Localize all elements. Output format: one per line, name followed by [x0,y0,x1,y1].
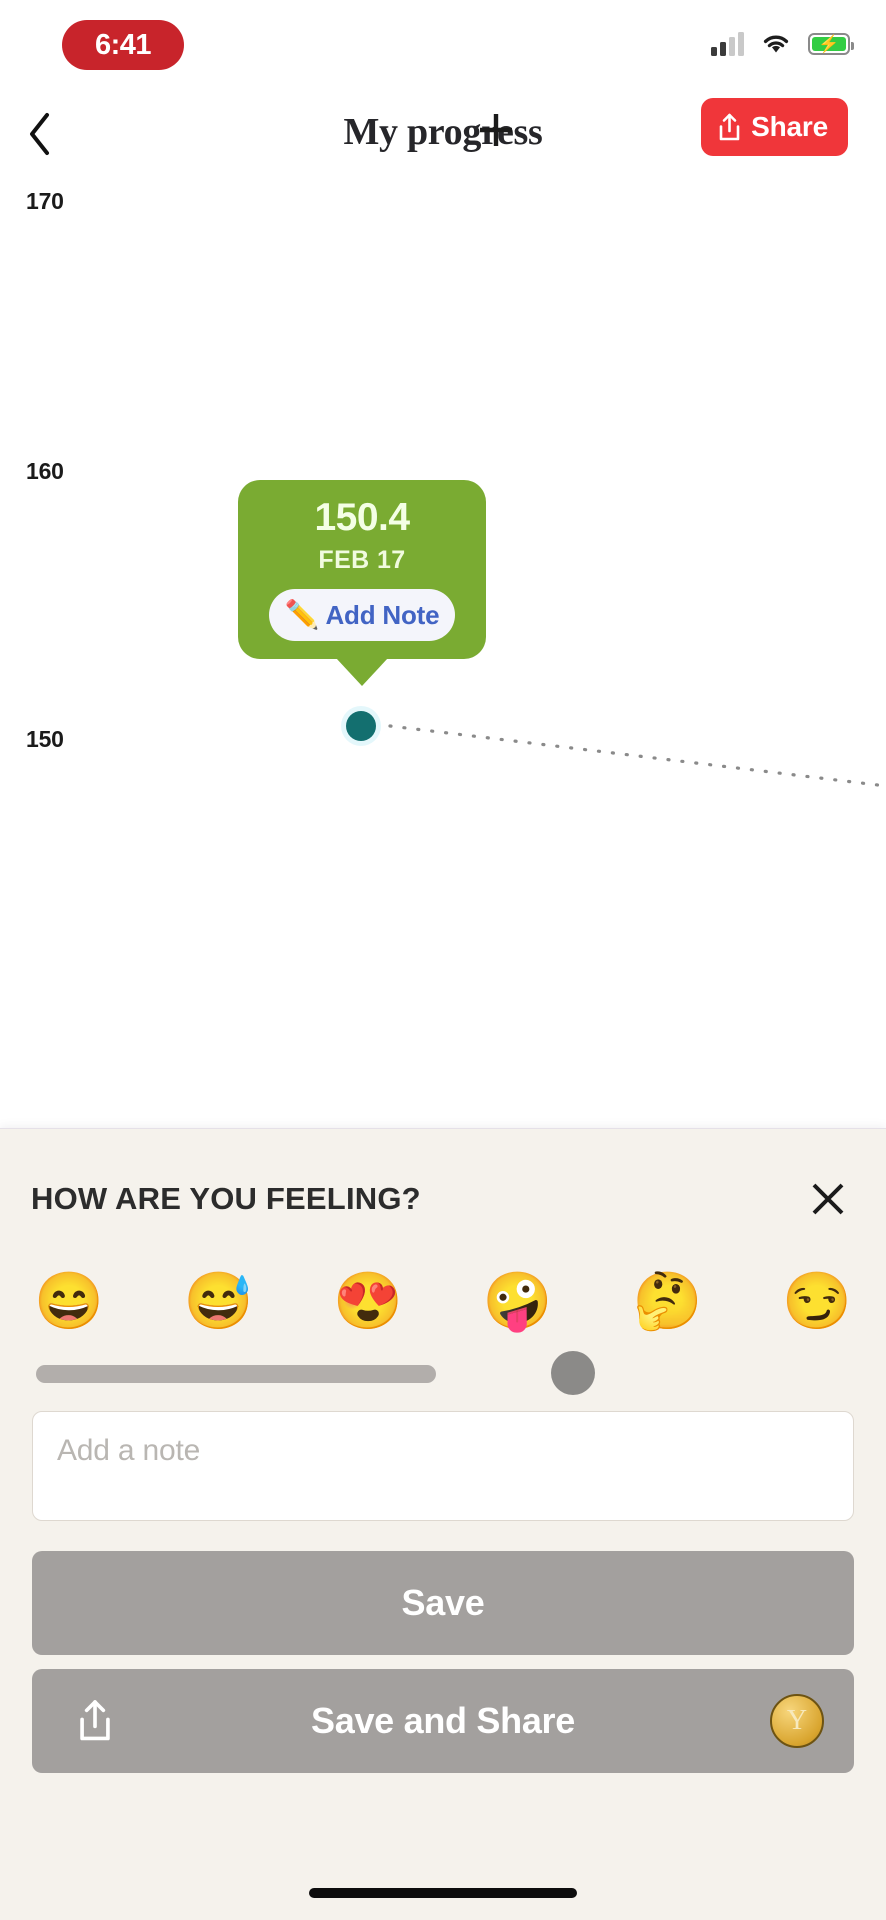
home-indicator [309,1888,577,1898]
data-point-tooltip[interactable]: 150.4 FEB 17 ✏️ Add Note [238,480,486,686]
status-time: 6:41 [62,20,184,70]
close-icon [812,1183,844,1215]
status-icons: ⚡ [711,22,854,66]
tooltip-value: 150.4 [314,496,410,539]
add-note-button[interactable]: ✏️ Add Note [269,589,455,641]
wifi-icon [761,32,791,56]
cellular-signal-icon [711,32,744,56]
mood-emoji-smiling-face-with-heart-eyes[interactable]: 😍 [333,1273,403,1329]
nav-bar: My progress Share [0,92,886,180]
sheet-header: HOW ARE YOU FEELING? [31,1169,856,1229]
mood-slider-thumb[interactable] [551,1351,595,1395]
pencil-icon: ✏️ [284,599,320,630]
mood-emoji-grinning-face-with-sweat[interactable]: 😅 [184,1273,254,1329]
phone-screen: 6:41 ⚡ My progress Share 170 160 150 150… [0,0,886,1920]
add-note-label: Add Note [325,599,440,630]
battery-charging-icon: ⚡ [808,33,854,55]
tooltip-date: FEB 17 [318,546,406,574]
status-bar: 6:41 ⚡ [0,0,886,92]
data-point-feb-17[interactable] [346,711,376,741]
share-icon [80,1700,110,1741]
trend-line [388,724,886,788]
close-button[interactable] [800,1171,856,1227]
mood-emoji-row: 😄 😅 😍 🤪 🤔 😏 [34,1259,852,1343]
mood-emoji-smirking-face[interactable]: 😏 [782,1273,852,1329]
tooltip-tail [336,658,388,686]
share-button[interactable]: Share [701,98,848,156]
sheet-title: HOW ARE YOU FEELING? [31,1181,421,1216]
mood-entry-sheet: HOW ARE YOU FEELING? 😄 😅 😍 🤪 🤔 😏 Add a n… [0,1128,886,1920]
mood-slider[interactable] [34,1351,852,1401]
note-input-placeholder: Add a note [57,1434,201,1467]
add-entry-button[interactable] [466,100,526,160]
mood-emoji-grinning-face-with-smiling-eyes[interactable]: 😄 [34,1273,104,1329]
share-icon [719,113,740,140]
mood-emoji-thinking-face[interactable]: 🤔 [633,1273,703,1329]
note-input[interactable]: Add a note [32,1411,854,1521]
share-platform-badge[interactable]: Y [770,1694,824,1748]
save-and-share-button[interactable]: Save and Share Y [32,1669,854,1773]
share-button-label: Share [751,111,828,142]
save-and-share-label: Save and Share [311,1700,575,1741]
save-button[interactable]: Save [32,1551,854,1655]
mood-emoji-zany-face[interactable]: 🤪 [483,1273,553,1329]
plus-icon [480,114,512,146]
mood-slider-track[interactable] [36,1365,436,1383]
progress-chart[interactable]: 170 160 150 150.4 FEB 17 ✏️ Add Note [0,180,886,1140]
